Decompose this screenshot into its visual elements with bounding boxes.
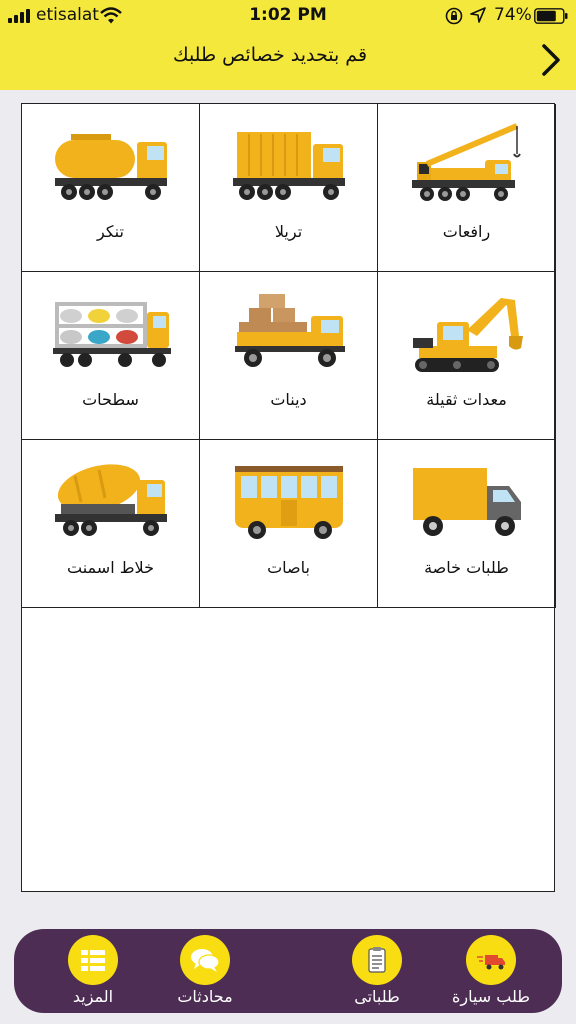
category-flatbeds[interactable]: سطحات <box>22 272 200 440</box>
bus-icon <box>235 466 343 539</box>
clipboard-icon <box>368 947 386 973</box>
tanker-truck-icon <box>55 134 167 200</box>
category-label: خلاط اسمنت <box>67 558 154 577</box>
category-tankers[interactable]: تنكر <box>22 104 200 272</box>
tab-label: المزيد <box>72 987 114 1006</box>
category-grid: رافعات تريلا تنكر معدات ثقيلة دينات سطحا… <box>21 103 556 892</box>
category-buses[interactable]: باصات <box>200 440 378 608</box>
tab-more[interactable]: المزيد <box>38 935 148 1011</box>
tab-order-car[interactable]: طلب سيارة <box>436 935 546 1011</box>
category-label: تريلا <box>274 222 303 241</box>
delivery-van-icon <box>413 468 521 536</box>
category-cranes[interactable]: رافعات <box>378 104 556 272</box>
category-label: دينات <box>270 390 307 409</box>
category-label: رافعات <box>442 222 491 241</box>
category-label: سطحات <box>82 390 139 409</box>
truck-order-icon <box>477 955 505 970</box>
chevron-right-icon[interactable] <box>536 40 566 80</box>
cargo-truck-icon <box>235 294 345 367</box>
chat-bubbles-icon <box>191 949 220 972</box>
tab-my-orders[interactable]: طلباتى <box>322 935 432 1011</box>
orientation-lock-icon <box>445 7 463 25</box>
status-time: 1:02 PM <box>249 5 327 25</box>
category-label: طلبات خاصة <box>424 558 509 577</box>
battery-icon <box>534 8 568 24</box>
tab-label: محادثات <box>177 987 233 1006</box>
status-bar: etisalat 1:02 PM 74% <box>0 0 576 32</box>
car-carrier-icon <box>53 302 171 367</box>
tab-label: طلباتى <box>354 987 400 1006</box>
category-label: معدات ثقيلة <box>426 390 507 409</box>
bottom-tab-bar: طلب سيارة طلباتى محادثات المزيد <box>14 929 562 1013</box>
location-icon <box>470 7 486 23</box>
battery-percent: 74% <box>494 5 532 25</box>
top-header: etisalat 1:02 PM 74% قم بتحديد خصائص طلب… <box>0 0 576 90</box>
tab-label: طلب سيارة <box>451 987 531 1006</box>
dump-truck-icon <box>233 132 345 200</box>
category-label: تنكر <box>97 222 124 241</box>
category-heavy-equipment[interactable]: معدات ثقيلة <box>378 272 556 440</box>
category-cement-mixers[interactable]: خلاط اسمنت <box>22 440 200 608</box>
category-pickup-trucks[interactable]: دينات <box>200 272 378 440</box>
category-trailers[interactable]: تريلا <box>200 104 378 272</box>
category-special-requests[interactable]: طلبات خاصة <box>378 440 556 608</box>
category-label: باصات <box>267 558 310 577</box>
cement-mixer-icon <box>55 464 167 536</box>
crane-truck-icon <box>412 123 521 201</box>
tab-chats[interactable]: محادثات <box>150 935 260 1011</box>
more-list-icon <box>81 950 105 971</box>
excavator-icon <box>413 298 523 372</box>
page-title: قم بتحديد خصائص طلبك <box>172 44 368 66</box>
